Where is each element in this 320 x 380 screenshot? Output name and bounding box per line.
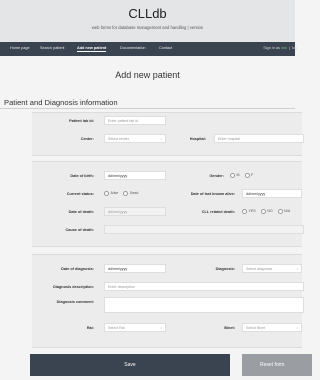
section-divider xyxy=(0,108,295,109)
diagnosis-description-input[interactable]: Enter description xyxy=(104,282,304,291)
app-title: CLLdb xyxy=(128,6,167,21)
current-status-label: Current status: xyxy=(66,192,94,196)
hospital-label: Hospital: xyxy=(189,137,206,141)
nav-log-link[interactable]: log xyxy=(292,46,297,50)
cll-death-yes-label: YES xyxy=(248,209,256,213)
rai-select[interactable]: Select Rai xyxy=(104,323,166,332)
nav-user-area: Sign in as xxx | log xyxy=(263,46,297,50)
gender-m-radio[interactable] xyxy=(230,172,235,178)
patient-id-input[interactable]: Enter patient lab id xyxy=(104,116,166,125)
cll-death-label: CLL related death: xyxy=(201,210,235,214)
diagnosis-date-input[interactable]: dd/mm/yyyy xyxy=(104,264,166,273)
cll-death-na-label: N/A xyxy=(284,209,291,213)
status-dead-radio[interactable] xyxy=(123,190,129,196)
diagnosis-comment-textarea[interactable] xyxy=(104,297,304,313)
cll-death-na-radio[interactable] xyxy=(277,208,283,214)
section-title: Patient and Diagnosis information xyxy=(4,98,118,107)
reset-form-button[interactable]: Reset form xyxy=(242,354,312,376)
diagnosis-description-label: Diagnosis description: xyxy=(53,285,94,289)
cll-death-no-label: NO xyxy=(267,209,273,213)
center-select[interactable]: Select center xyxy=(104,134,166,143)
user-link[interactable]: xxx xyxy=(281,46,287,50)
dob-input[interactable]: dd/mm/yyyy xyxy=(104,171,166,180)
last-alive-input[interactable]: dd/mm/yyyy xyxy=(242,189,302,198)
page-title: Add new patient xyxy=(115,70,180,80)
app-header: CLLdb web forms for database management … xyxy=(0,0,295,42)
cll-death-radio-group: YES NO N/A xyxy=(242,207,290,216)
status-radio-group: Alive Dead xyxy=(104,189,138,198)
binet-select[interactable]: Select Binet xyxy=(242,323,302,332)
nav-add-new-patient[interactable]: Add new patient xyxy=(77,46,107,52)
nav-documentation[interactable]: Documentation xyxy=(120,46,146,50)
cause-death-input[interactable] xyxy=(104,225,304,234)
gender-f-radio[interactable] xyxy=(244,172,250,178)
nav-search-patient[interactable]: Search patient xyxy=(40,46,65,50)
last-alive-label: Date of last known alive: xyxy=(190,192,235,196)
diagnosis-select[interactable]: Select diagnosis xyxy=(242,264,302,273)
nav-bar: Home page Search patient Add new patient… xyxy=(0,42,297,56)
app-subtitle: web forms for database management and ha… xyxy=(91,25,204,30)
hospital-input[interactable]: Enter hospital xyxy=(214,134,304,143)
cll-death-no-radio[interactable] xyxy=(260,208,266,214)
dob-label: Date of birth: xyxy=(70,174,94,178)
status-dead-label: Dead xyxy=(129,191,139,195)
diagnosis-date-label: Date of diagnosis: xyxy=(61,267,94,271)
death-date-input[interactable]: dd/mm/yyyy xyxy=(104,207,166,216)
patient-id-label: Patient lab id: xyxy=(69,119,94,123)
binet-label: Binet: xyxy=(224,326,235,330)
diagnosis-label: Diagnosis: xyxy=(215,267,235,271)
nav-contact[interactable]: Contact xyxy=(159,46,172,50)
status-alive-label: Alive xyxy=(110,191,119,195)
gender-radio-group: M F xyxy=(230,171,253,180)
gender-m-label: M xyxy=(236,173,240,177)
gender-label: Gender: xyxy=(209,174,224,178)
cause-death-label: Cause of death: xyxy=(65,228,94,232)
status-alive-radio[interactable] xyxy=(104,190,109,196)
save-button[interactable]: Save xyxy=(30,354,230,376)
rai-label: Rai: xyxy=(86,326,94,330)
signed-in-label: Sign in as xyxy=(263,46,280,50)
nav-separator: | xyxy=(288,46,290,50)
death-date-label: Date of death: xyxy=(68,210,94,214)
center-label: Center: xyxy=(80,137,94,141)
nav-home-page[interactable]: Home page xyxy=(10,46,30,50)
cll-death-yes-radio[interactable] xyxy=(242,208,247,214)
gender-f-label: F xyxy=(251,173,254,177)
diagnosis-comment-label: Diagnosis comment: xyxy=(56,300,94,304)
